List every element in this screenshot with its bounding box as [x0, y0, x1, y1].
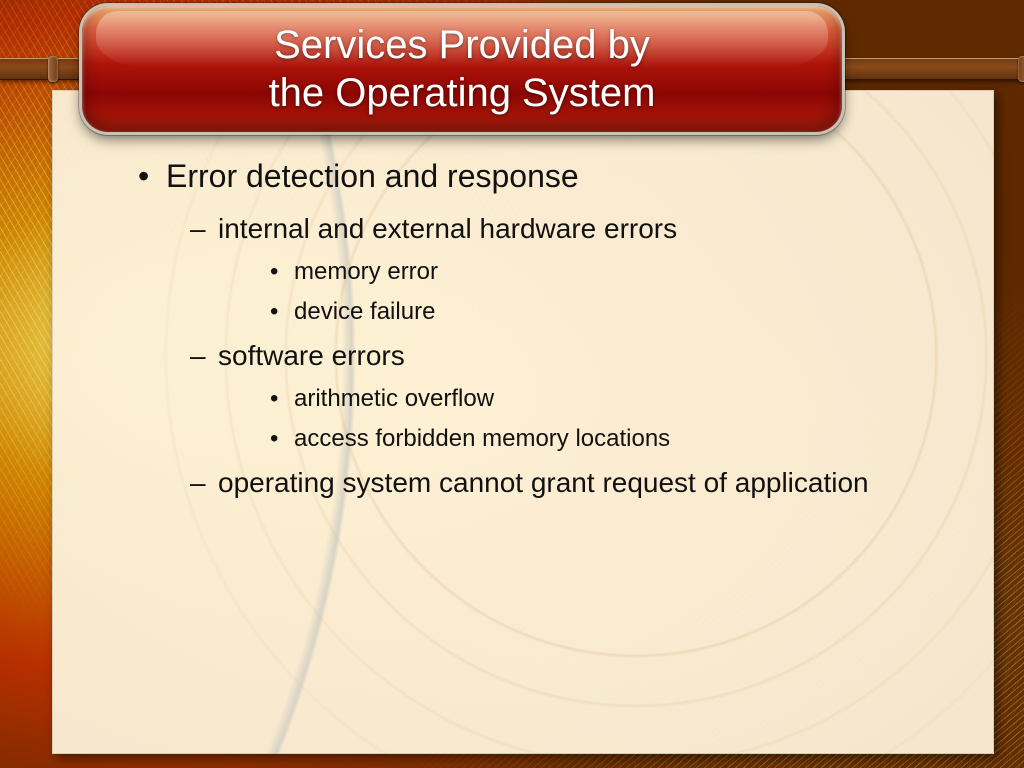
- subpoint-item: access forbidden memory locations: [218, 422, 954, 456]
- topic-item: Error detection and response internal an…: [138, 156, 954, 501]
- title-line-2: the Operating System: [269, 69, 656, 117]
- title-line-1: Services Provided by: [274, 21, 650, 69]
- topic-text: Error detection and response: [166, 158, 579, 194]
- subpoint-text: device failure: [294, 298, 435, 325]
- point-item: software errors arithmetic overflow acce…: [166, 337, 954, 456]
- subpoint-text: memory error: [294, 258, 438, 285]
- bullet-list-level1: Error detection and response internal an…: [138, 156, 954, 501]
- point-item: operating system cannot grant request of…: [166, 464, 954, 502]
- bullet-list-level3-a: memory error device failure: [218, 255, 954, 328]
- bar-cap-left: [48, 56, 58, 82]
- slide-title-pill: Services Provided by the Operating Syste…: [82, 6, 842, 132]
- subpoint-item: memory error: [218, 255, 954, 289]
- point-text: software errors: [218, 340, 405, 371]
- point-text: operating system cannot grant request of…: [218, 467, 869, 498]
- content-area: Error detection and response internal an…: [138, 156, 954, 511]
- subpoint-item: device failure: [218, 295, 954, 329]
- subpoint-text: arithmetic overflow: [294, 385, 494, 412]
- point-text: internal and external hardware errors: [218, 213, 677, 244]
- point-item: internal and external hardware errors me…: [166, 210, 954, 329]
- content-card: Error detection and response internal an…: [52, 90, 994, 754]
- bar-cap-right: [1018, 56, 1024, 82]
- bullet-list-level3-b: arithmetic overflow access forbidden mem…: [218, 382, 954, 455]
- subpoint-text: access forbidden memory locations: [294, 425, 670, 452]
- bullet-list-level2-a: internal and external hardware errors me…: [166, 210, 954, 502]
- subpoint-item: arithmetic overflow: [218, 382, 954, 416]
